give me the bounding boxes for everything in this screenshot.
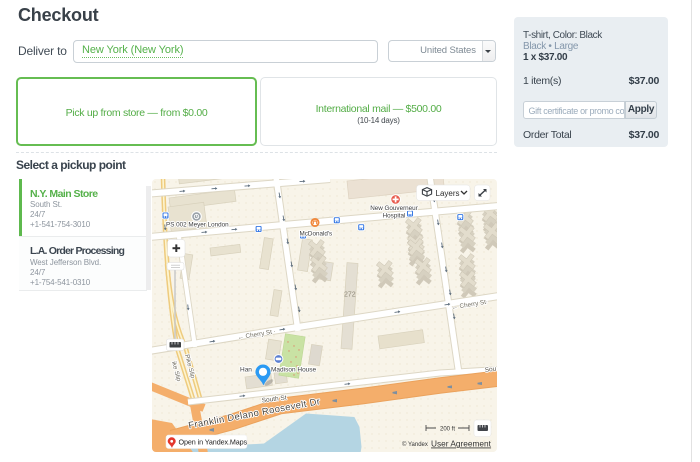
svg-text:User Agreement: User Agreement (431, 439, 492, 449)
svg-text:Hospital: Hospital (383, 213, 406, 220)
svg-text:Open in Yandex.Maps: Open in Yandex.Maps (179, 438, 248, 447)
svg-text:© Yandex: © Yandex (402, 441, 428, 448)
svg-text:McDonald's: McDonald's (300, 231, 333, 238)
svg-text:272: 272 (344, 292, 356, 299)
svg-text:Han: Han (240, 367, 252, 374)
svg-text:Sou: Sou (484, 366, 497, 374)
svg-text:PS 002 Meyer London: PS 002 Meyer London (166, 222, 229, 229)
svg-text:Layers: Layers (436, 189, 460, 198)
svg-text:Madison House: Madison House (271, 367, 317, 374)
svg-text:New Gouverneur: New Gouverneur (370, 205, 418, 212)
svg-text:200 ft: 200 ft (440, 427, 455, 433)
